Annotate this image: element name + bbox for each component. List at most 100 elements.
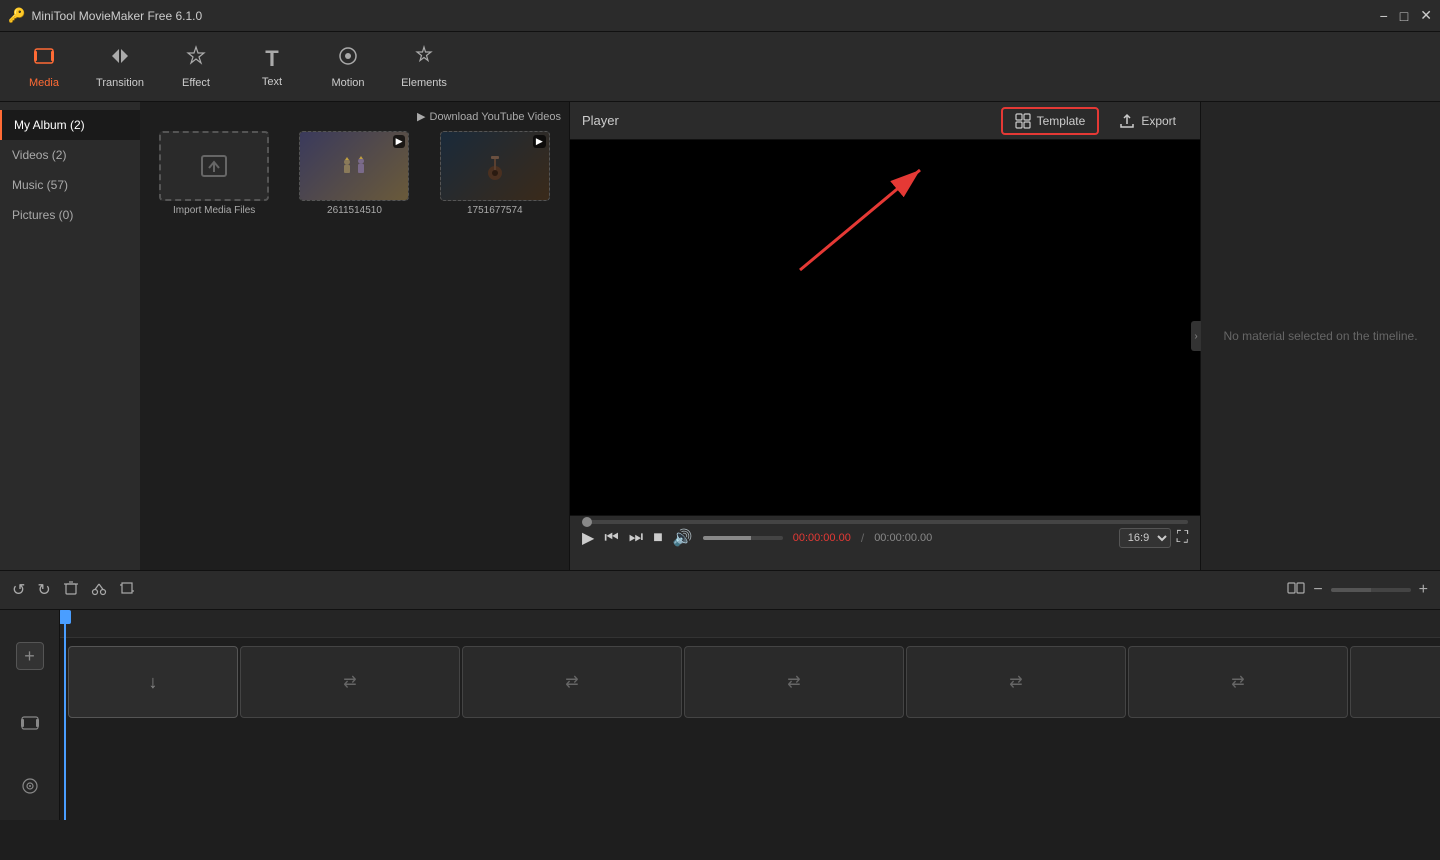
video-badge: ▶ [393,135,406,148]
left-panel: My Album (2) Videos (2) Music (57) Pictu… [0,102,570,570]
list-item: ▶ 2611514510 [288,131,420,216]
timeline-side-panel: + [0,610,60,820]
left-content: My Album (2) Videos (2) Music (57) Pictu… [0,102,569,570]
add-track-icon: + [24,646,35,667]
player-header: Player Template [570,102,1200,140]
zoom-in-button[interactable]: + [1419,581,1428,599]
titlebar: 🔑 MiniTool MovieMaker Free 6.1.0 − □ ✕ [0,0,1440,32]
time-separator: / [861,531,864,545]
timeline-transition-2[interactable]: ⇄ [462,646,682,718]
aspect-ratio-select[interactable]: 16:9 9:16 1:1 4:3 [1119,528,1171,548]
timeline-clip[interactable]: ↓ [68,646,238,718]
timeline: + [0,610,1440,820]
sidebar-item-pictures[interactable]: Pictures (0) [0,200,140,230]
timeline-transition-1[interactable]: ⇄ [240,646,460,718]
download-youtube-button[interactable]: ▶ Download YouTube Videos [417,110,561,123]
sidebar-item-music[interactable]: Music (57) [0,170,140,200]
progress-handle[interactable] [582,517,592,527]
toolbar-motion-label: Motion [331,77,364,89]
titlebar-controls: − □ ✕ [1380,7,1432,24]
playhead-handle[interactable] [60,610,71,624]
sidebar-item-my-album[interactable]: My Album (2) [0,110,140,140]
play-button[interactable]: ▶ [582,528,594,548]
export-btn-label: Export [1141,114,1176,128]
main-toolbar: Media Transition Effect T Text Motion [0,32,1440,102]
transition-arrow-2: ⇄ [565,672,578,692]
media-icon [33,45,55,73]
toolbar-transition-label: Transition [96,77,144,89]
skip-back-button[interactable]: ⏮ [604,529,618,547]
export-button[interactable]: Export [1107,107,1188,135]
media-video-1[interactable]: ▶ [299,131,409,201]
timeline-toolbar-right: − + [1287,579,1428,602]
toolbar-effect[interactable]: Effect [160,37,232,97]
add-track-button[interactable]: + [16,642,44,670]
video-track-icon [21,714,39,737]
cut-button[interactable] [91,580,107,601]
transition-arrow-4: ⇄ [1009,672,1022,692]
skip-forward-button[interactable]: ⏭ [629,529,643,547]
toolbar-elements[interactable]: Elements [388,37,460,97]
zoom-out-button[interactable]: − [1313,581,1322,599]
panel-toggle-button[interactable]: › [1191,321,1201,351]
zoom-slider[interactable] [1331,588,1411,592]
main-area: My Album (2) Videos (2) Music (57) Pictu… [0,102,1440,570]
timeline-toolbar-left: ↺ ↻ [12,580,135,601]
timeline-toolbar: ↺ ↻ [0,570,1440,610]
toolbar-motion[interactable]: Motion [312,37,384,97]
toolbar-transition[interactable]: Transition [84,37,156,97]
maximize-button[interactable]: □ [1400,8,1408,24]
volume-button[interactable]: 🔊 [673,528,693,548]
timeline-playhead[interactable] [64,610,66,820]
close-button[interactable]: ✕ [1420,7,1432,24]
transition-arrow-1: ⇄ [343,672,356,692]
audio-track [60,722,1440,762]
timeline-ruler [60,610,1440,638]
app-title: MiniTool MovieMaker Free 6.1.0 [31,9,202,23]
media-area: ▶ Download YouTube Videos [140,102,569,570]
list-item: ▶ 1751677574 [429,131,561,216]
player-controls: ▶ ⏮ ⏭ ■ 🔊 00:00:00.00 / 00:00:00.00 16:9… [570,515,1200,570]
media-video-1-label: 2611514510 [327,205,382,216]
video-player [570,140,1200,515]
timeline-transition-4[interactable]: ⇄ [906,646,1126,718]
timeline-transition-5[interactable]: ⇄ [1128,646,1348,718]
transition-icon [109,45,131,73]
controls-left: ▶ ⏮ ⏭ ■ 🔊 00:00:00.00 / 00:00:00.00 [582,528,932,548]
player-section: Player Template [570,102,1200,570]
progress-bar[interactable] [582,520,1188,524]
redo-button[interactable]: ↻ [37,580,50,600]
timeline-transition-3[interactable]: ⇄ [684,646,904,718]
titlebar-left: 🔑 MiniTool MovieMaker Free 6.1.0 [8,7,202,24]
list-item: Import Media Files [148,131,280,216]
youtube-icon: ▶ [417,110,425,123]
import-media-button[interactable] [159,131,269,201]
timeline-tracks: ↓ ⇄ ⇄ ⇄ ⇄ ⇄ ⇄ [60,638,1440,766]
undo-button[interactable]: ↺ [12,580,25,600]
properties-panel: › No material selected on the timeline. [1200,102,1440,570]
delete-button[interactable] [63,580,79,601]
template-btn-label: Template [1037,114,1086,128]
annotation-arrow [770,160,950,280]
no-material-text: No material selected on the timeline. [1223,329,1417,343]
volume-slider[interactable] [703,536,783,540]
player-actions: Template Export [1001,107,1188,135]
toolbar-text[interactable]: T Text [236,37,308,97]
timeline-transition-6[interactable]: ⇄ [1350,646,1440,718]
toolbar-media-label: Media [29,77,59,89]
timeline-split-button[interactable] [1287,579,1305,602]
sidebar-item-videos[interactable]: Videos (2) [0,140,140,170]
elements-icon [413,45,435,73]
minimize-button[interactable]: − [1380,8,1388,24]
transition-arrow-5: ⇄ [1231,672,1244,692]
template-button[interactable]: Template [1001,107,1100,135]
crop-button[interactable] [119,580,135,601]
controls-right: 16:9 9:16 1:1 4:3 ⛶ [1119,528,1188,548]
stop-button[interactable]: ■ [653,529,663,547]
toolbar-media[interactable]: Media [8,37,80,97]
media-video-2-label: 1751677574 [467,205,523,216]
media-sidebar: My Album (2) Videos (2) Music (57) Pictu… [0,102,140,570]
total-time: 00:00:00.00 [874,532,932,544]
fullscreen-button[interactable]: ⛶ [1177,529,1188,547]
media-video-2[interactable]: ▶ [440,131,550,201]
